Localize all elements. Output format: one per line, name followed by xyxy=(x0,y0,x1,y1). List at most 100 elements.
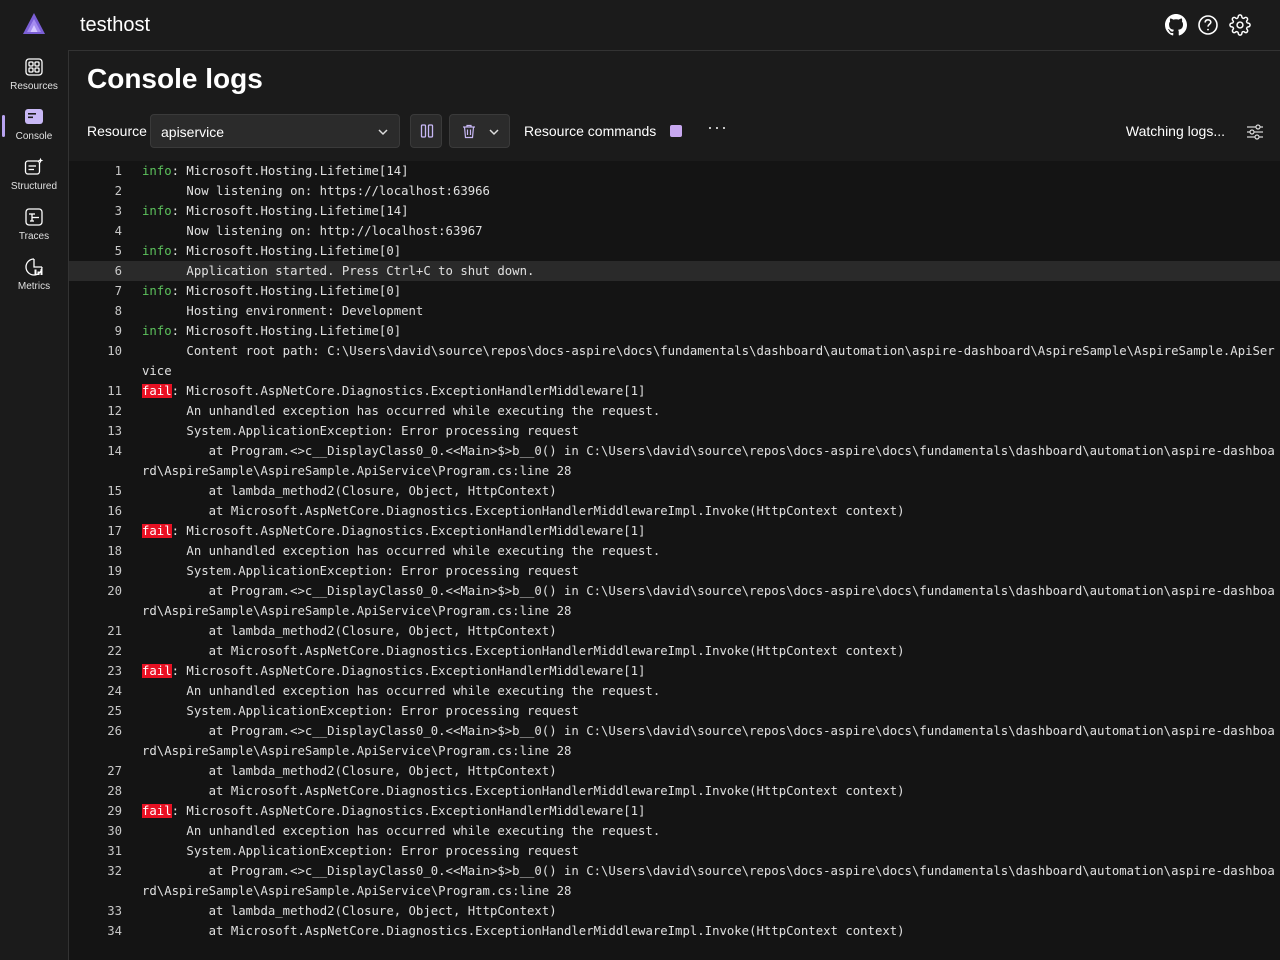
more-options-icon[interactable]: ··· xyxy=(707,117,728,138)
log-text: fail: Microsoft.AspNetCore.Diagnostics.E… xyxy=(142,804,646,818)
nav-item-metrics[interactable]: Metrics xyxy=(0,257,68,305)
log-line: 8 Hosting environment: Development xyxy=(69,301,1280,321)
structured-logs-icon xyxy=(24,157,44,175)
log-text: at Program.<>c__DisplayClass0_0.<<Main>$… xyxy=(142,724,1275,758)
stop-icon[interactable] xyxy=(670,125,682,137)
log-line: 21 at lambda_method2(Closure, Object, Ht… xyxy=(69,621,1280,641)
line-number: 1 xyxy=(114,164,122,178)
log-line: 5 info: Microsoft.Hosting.Lifetime[0] xyxy=(69,241,1280,261)
line-number: 34 xyxy=(107,924,122,938)
log-line: 7 info: Microsoft.Hosting.Lifetime[0] xyxy=(69,281,1280,301)
log-text: Now listening on: http://localhost:63967 xyxy=(142,224,483,238)
log-text: An unhandled exception has occurred whil… xyxy=(142,824,661,838)
log-line: 13 System.ApplicationException: Error pr… xyxy=(69,421,1280,441)
clear-logs-button[interactable] xyxy=(449,114,510,148)
line-number: 7 xyxy=(114,284,122,298)
side-nav: Resources Console Structured Traces Metr… xyxy=(0,0,69,960)
main-content: Console logs Resource apiservice Resourc… xyxy=(69,51,1280,960)
log-text: at Program.<>c__DisplayClass0_0.<<Main>$… xyxy=(142,584,1275,618)
pause-button[interactable] xyxy=(410,114,442,148)
top-header: testhost xyxy=(68,0,1280,51)
log-text: An unhandled exception has occurred whil… xyxy=(142,684,661,698)
nav-label: Resources xyxy=(10,81,58,92)
log-line: 15 at lambda_method2(Closure, Object, Ht… xyxy=(69,481,1280,501)
log-line: 25 System.ApplicationException: Error pr… xyxy=(69,701,1280,721)
line-number: 13 xyxy=(107,424,122,438)
log-text: at lambda_method2(Closure, Object, HttpC… xyxy=(142,624,557,638)
log-text: fail: Microsoft.AspNetCore.Diagnostics.E… xyxy=(142,384,646,398)
log-text: System.ApplicationException: Error proce… xyxy=(142,564,579,578)
log-text: at lambda_method2(Closure, Object, HttpC… xyxy=(142,764,557,778)
log-line: 22 at Microsoft.AspNetCore.Diagnostics.E… xyxy=(69,641,1280,661)
log-line: 4 Now listening on: http://localhost:639… xyxy=(69,221,1280,241)
settings-gear-icon[interactable] xyxy=(1229,14,1251,36)
line-number: 18 xyxy=(107,544,122,558)
app-title[interactable]: testhost xyxy=(80,14,150,37)
log-line: 34 at Microsoft.AspNetCore.Diagnostics.E… xyxy=(69,921,1280,941)
log-line: 18 An unhandled exception has occurred w… xyxy=(69,541,1280,561)
resource-label: Resource xyxy=(87,123,147,139)
nav-label: Traces xyxy=(18,231,50,242)
aspire-logo-icon[interactable] xyxy=(22,12,46,36)
log-text: at Microsoft.AspNetCore.Diagnostics.Exce… xyxy=(142,504,905,518)
log-text: info: Microsoft.Hosting.Lifetime[0] xyxy=(142,284,402,298)
log-line: 17 fail: Microsoft.AspNetCore.Diagnostics… xyxy=(69,521,1280,541)
log-text: An unhandled exception has occurred whil… xyxy=(142,404,661,418)
chevron-down-icon xyxy=(378,129,388,136)
nav-item-traces[interactable]: Traces xyxy=(0,207,68,255)
line-number: 30 xyxy=(107,824,122,838)
nav-label: Structured xyxy=(10,181,58,192)
log-line: 1 info: Microsoft.Hosting.Lifetime[14] xyxy=(69,161,1280,181)
line-number: 6 xyxy=(114,264,122,278)
log-text: at lambda_method2(Closure, Object, HttpC… xyxy=(142,904,557,918)
traces-icon xyxy=(25,208,43,226)
nav-item-resources[interactable]: Resources xyxy=(0,57,68,105)
line-number: 26 xyxy=(107,724,122,738)
line-number: 3 xyxy=(114,204,122,218)
line-number: 28 xyxy=(107,784,122,798)
resource-commands-label: Resource commands xyxy=(524,123,657,139)
log-level-info: info xyxy=(142,244,172,258)
pause-icon xyxy=(420,124,434,138)
resource-select[interactable]: apiservice xyxy=(150,114,400,148)
watching-status: Watching logs... xyxy=(1125,123,1225,139)
log-text: Application started. Press Ctrl+C to shu… xyxy=(142,264,535,278)
help-icon[interactable] xyxy=(1197,14,1219,36)
log-line: 26 at Program.<>c__DisplayClass0_0.<<Mai… xyxy=(69,721,1280,761)
line-number: 10 xyxy=(107,344,122,358)
log-text: info: Microsoft.Hosting.Lifetime[14] xyxy=(142,164,409,178)
log-line: 33 at lambda_method2(Closure, Object, Ht… xyxy=(69,901,1280,921)
log-text: info: Microsoft.Hosting.Lifetime[0] xyxy=(142,244,402,258)
log-level-info: info xyxy=(142,284,172,298)
log-viewer[interactable]: 1 info: Microsoft.Hosting.Lifetime[14] 2 N… xyxy=(69,161,1280,960)
log-line: 11 fail: Microsoft.AspNetCore.Diagnostics… xyxy=(69,381,1280,401)
line-number: 32 xyxy=(107,864,122,878)
nav-item-structured[interactable]: Structured xyxy=(0,157,68,205)
line-number: 12 xyxy=(107,404,122,418)
line-number: 20 xyxy=(107,584,122,598)
log-level-fail: fail xyxy=(142,524,172,538)
log-text: Hosting environment: Development xyxy=(142,304,424,318)
log-line: 19 System.ApplicationException: Error pr… xyxy=(69,561,1280,581)
github-icon[interactable] xyxy=(1165,14,1187,36)
log-line: 14 at Program.<>c__DisplayClass0_0.<<Mai… xyxy=(69,441,1280,481)
line-number: 15 xyxy=(107,484,122,498)
line-number: 11 xyxy=(107,384,122,398)
log-text: Content root path: C:\Users\david\source… xyxy=(142,344,1275,378)
log-text: at Microsoft.AspNetCore.Diagnostics.Exce… xyxy=(142,784,905,798)
log-level-fail: fail xyxy=(142,664,172,678)
log-text: System.ApplicationException: Error proce… xyxy=(142,424,579,438)
chevron-down-icon xyxy=(489,129,499,136)
filter-settings-icon[interactable] xyxy=(1245,122,1265,142)
log-text: at Microsoft.AspNetCore.Diagnostics.Exce… xyxy=(142,644,905,658)
line-number: 27 xyxy=(107,764,122,778)
nav-item-console[interactable]: Console xyxy=(0,107,68,155)
trash-icon xyxy=(463,124,475,139)
line-number: 22 xyxy=(107,644,122,658)
log-line: 30 An unhandled exception has occurred w… xyxy=(69,821,1280,841)
log-text: at lambda_method2(Closure, Object, HttpC… xyxy=(142,484,557,498)
log-text: System.ApplicationException: Error proce… xyxy=(142,704,579,718)
resources-grid-icon xyxy=(25,58,43,76)
log-level-info: info xyxy=(142,204,172,218)
log-text: at Microsoft.AspNetCore.Diagnostics.Exce… xyxy=(142,924,905,938)
